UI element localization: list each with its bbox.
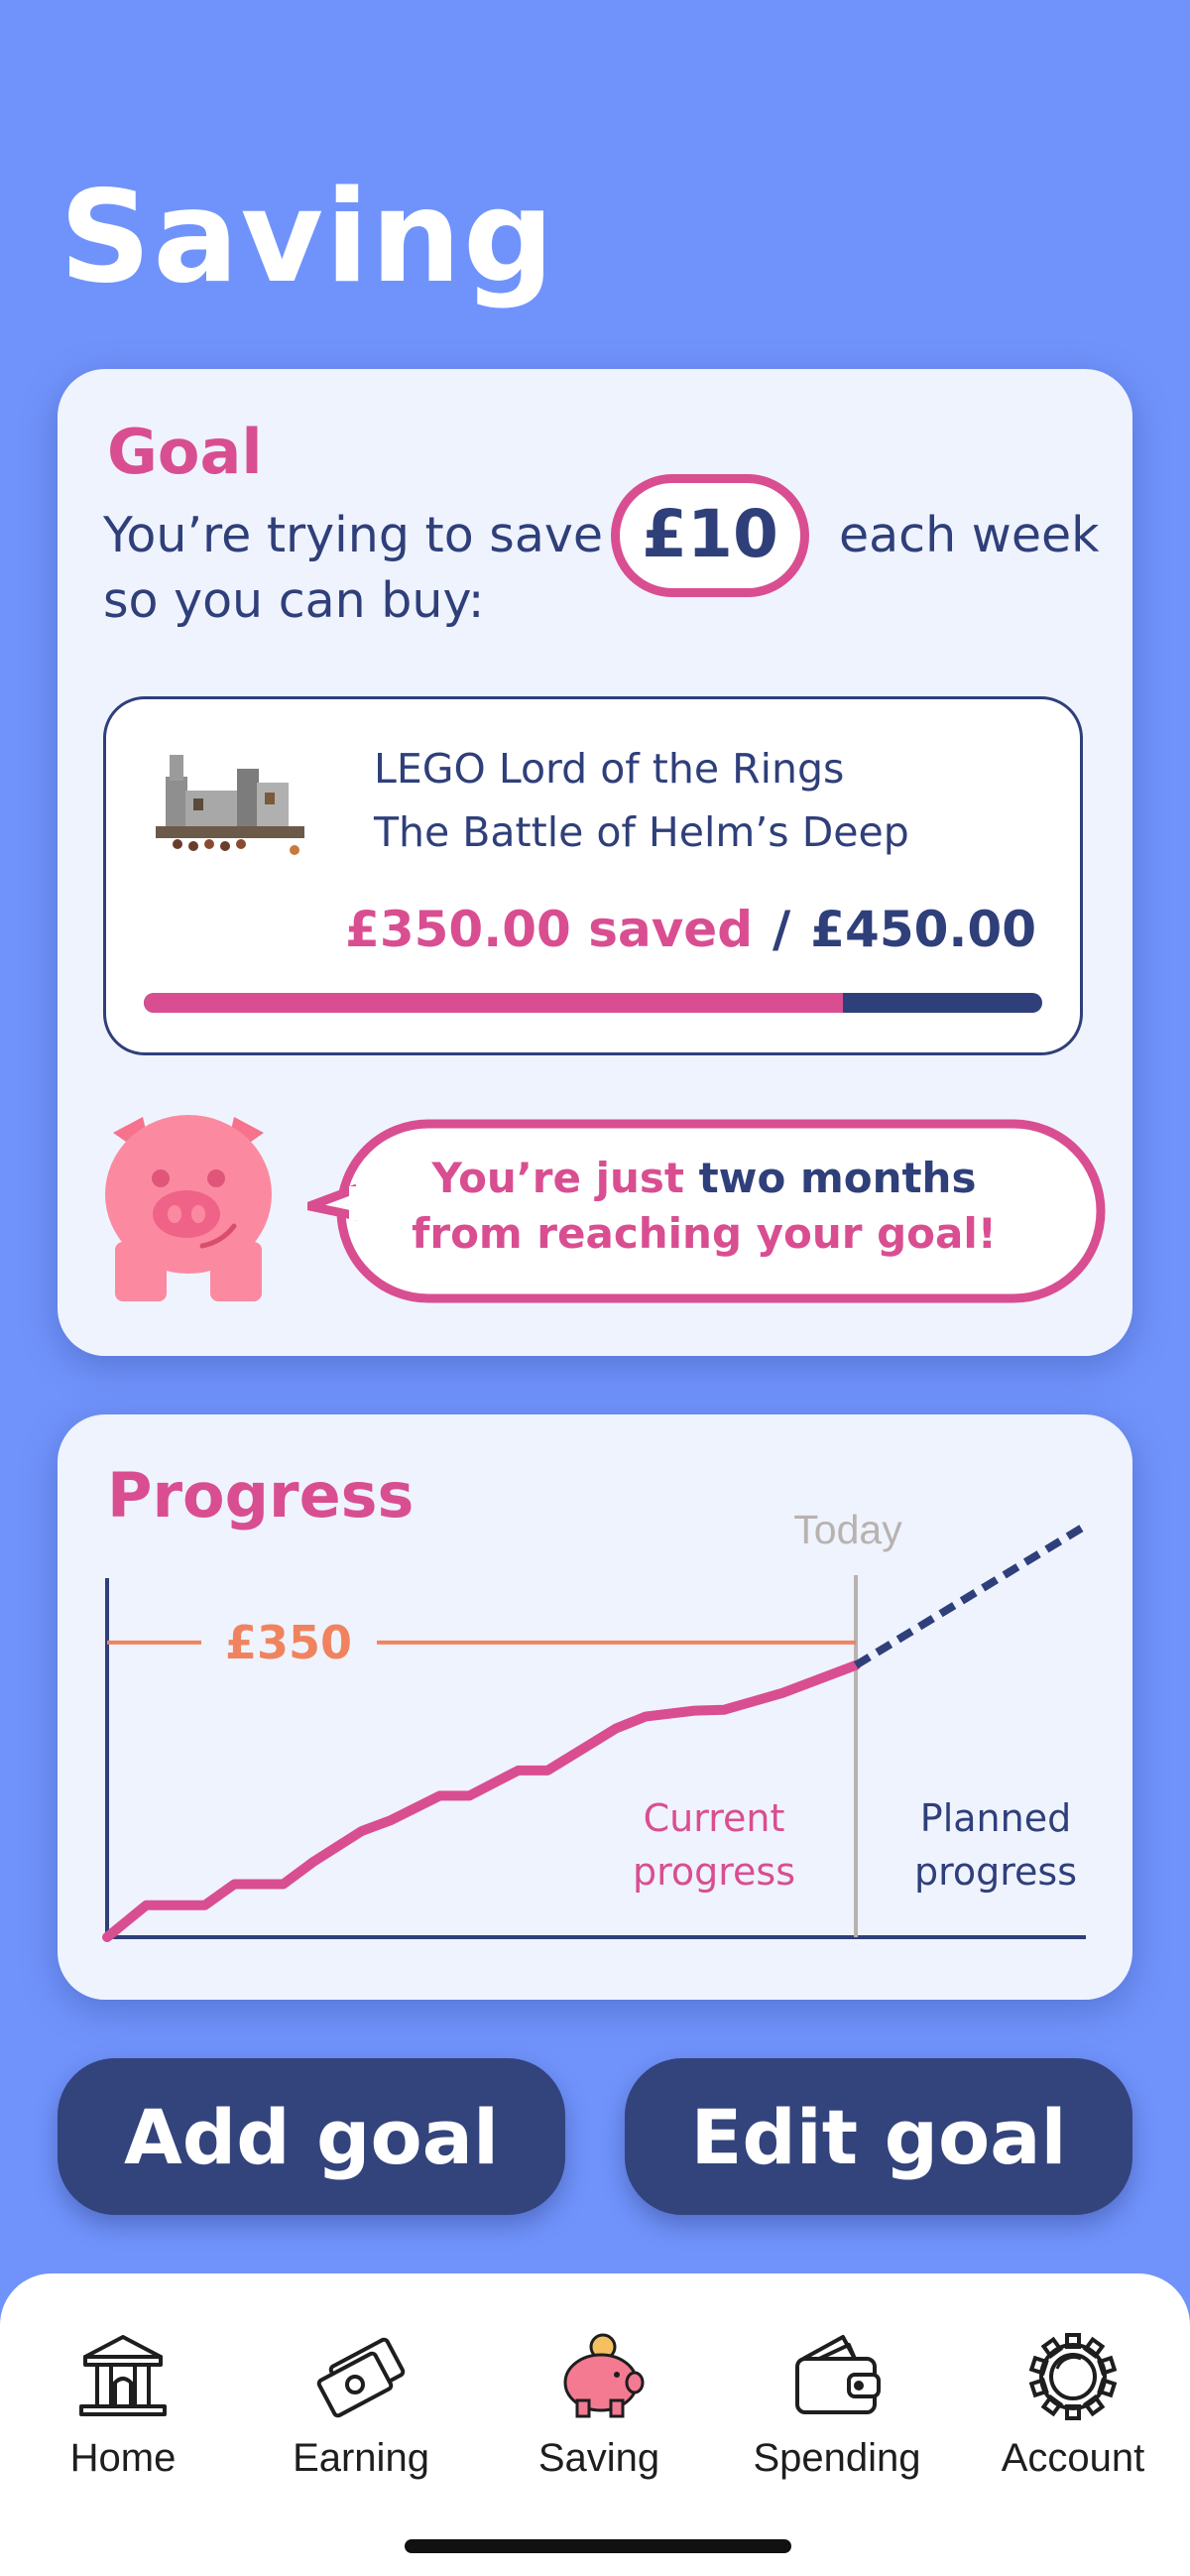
current-progress-label-1: Current [644,1796,785,1840]
planned-progress-label-2: progress [914,1850,1077,1894]
goal-line-prefix: You’re trying to save [103,507,603,563]
wallet-icon [795,2335,881,2414]
home-indicator [405,2539,791,2553]
goal-progress-fill [144,993,843,1013]
saved-amount: £350.00 saved [345,901,753,958]
saved-separator: / [773,901,791,958]
tab-saving-label: Saving [537,2436,660,2480]
progress-chart: £350 Today Current progress Planned prog… [102,1507,1089,1942]
tab-home-label: Home [69,2436,177,2480]
item-name-line-2: The Battle of Helm’s Deep [374,808,909,856]
today-label: Today [793,1507,902,1552]
weekly-amount-badge[interactable]: £10 [611,474,809,597]
goal-progress-bar [144,993,1042,1013]
planned-progress-label-1: Planned [920,1796,1071,1840]
goal-line-2: so you can buy: [103,572,485,629]
tab-spending[interactable]: Spending [738,2329,936,2488]
saved-amount-line: £350.00 saved / £450.00 [345,898,1036,961]
piggy-bank-icon [563,2333,645,2418]
tab-account[interactable]: Account [974,2329,1172,2488]
goal-message-part-3: from reaching your goal! [412,1209,997,1258]
goal-line-suffix: each week [839,507,1100,563]
tab-saving[interactable]: Saving [500,2329,698,2488]
goal-message-part-1: You’re just [431,1154,699,1202]
cash-icon [316,2337,406,2418]
tab-earning-label: Earning [293,2436,429,2480]
tab-account-label: Account [1001,2436,1145,2480]
progress-card: Progress £350 Today Current progress Pla… [58,1414,1132,2000]
pig-mascot-icon [105,1115,272,1301]
goal-card: Goal You’re trying to save £10 each week… [58,369,1132,1356]
page-title: Saving [60,164,556,311]
tab-spending-label: Spending [753,2436,921,2480]
target-amount: £450.00 [810,901,1036,958]
tab-earning[interactable]: Earning [262,2329,460,2488]
goal-item-card[interactable]: LEGO Lord of the Rings The Battle of Hel… [103,696,1083,1055]
item-thumbnail-image [156,755,304,855]
reference-line-label: £350 [225,1616,352,1669]
goal-message-highlight: two months [698,1154,977,1202]
goal-heading: Goal [107,416,263,488]
item-name-line-1: LEGO Lord of the Rings [374,745,845,793]
add-goal-button[interactable]: Add goal [58,2058,565,2215]
goal-message: You’re just two months from reaching you… [339,1151,1069,1262]
bottom-tab-bar: Home Earning Saving Spending Account [0,2273,1190,2576]
current-progress-label-2: progress [633,1850,795,1894]
gear-icon [1028,2333,1118,2420]
tab-home[interactable]: Home [24,2329,222,2488]
edit-goal-button[interactable]: Edit goal [625,2058,1132,2215]
bank-icon [79,2335,167,2416]
